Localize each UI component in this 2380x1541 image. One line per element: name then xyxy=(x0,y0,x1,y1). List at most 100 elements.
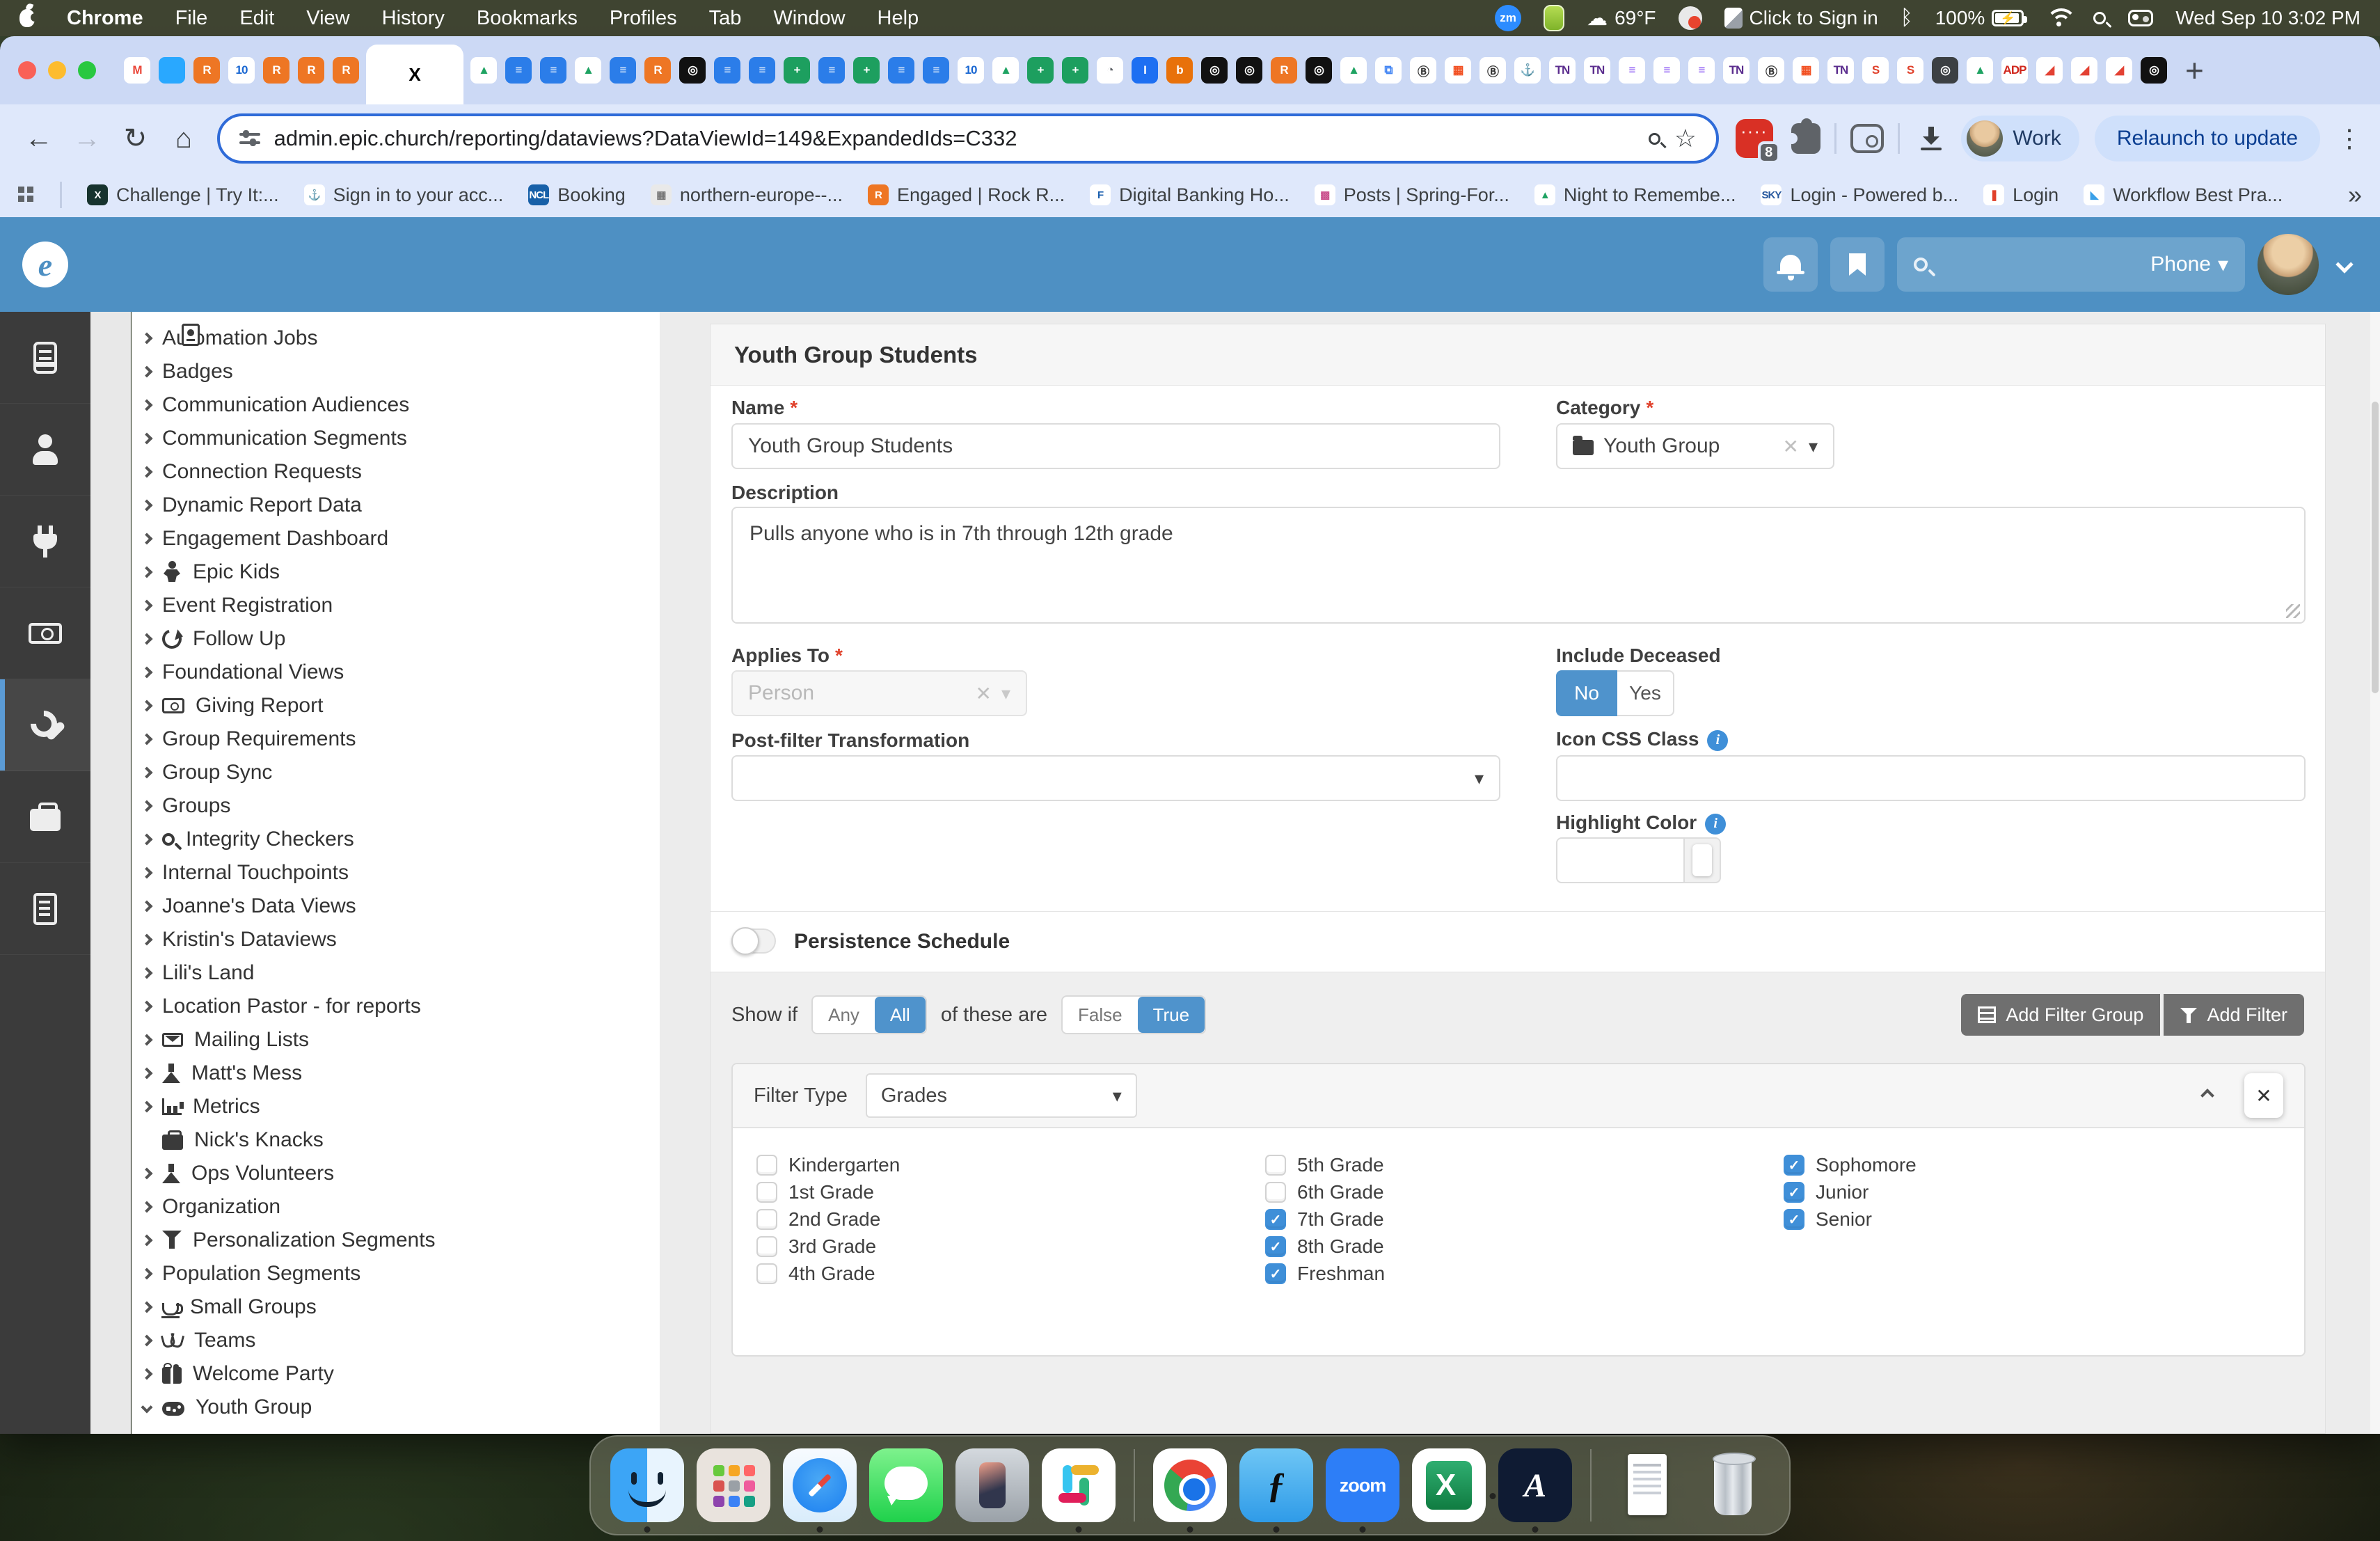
rail-item-reports[interactable] xyxy=(0,863,90,955)
tree-chevron-icon[interactable] xyxy=(141,333,153,345)
tree-item[interactable]: Badges xyxy=(132,355,660,388)
spotlight-icon[interactable] xyxy=(2093,12,2106,24)
grade-checkbox-row[interactable]: ✓Senior xyxy=(1784,1209,1917,1230)
tree-chevron-icon[interactable] xyxy=(141,400,153,411)
filter-type-select[interactable]: Grades▾ xyxy=(866,1073,1137,1118)
home-button[interactable]: ⌂ xyxy=(163,123,204,155)
red-status-icon[interactable] xyxy=(1679,6,1702,30)
grade-checkbox-row[interactable]: ✓4th Grade xyxy=(756,1263,900,1284)
icon-css-input[interactable] xyxy=(1556,755,2306,801)
tree-item[interactable]: Metrics xyxy=(132,1090,660,1123)
category-select[interactable]: Youth Group ✕ ▾ xyxy=(1556,423,1834,469)
pinned-tab[interactable]: ⚓ xyxy=(1510,57,1545,84)
app-logo[interactable]: e xyxy=(22,242,68,287)
tree-item[interactable]: Engagement Dashboard xyxy=(132,522,660,555)
bookmarks-button[interactable] xyxy=(1830,237,1885,292)
dock-app-icon[interactable]: zoom xyxy=(1326,1448,1399,1522)
menu-history[interactable]: History xyxy=(382,7,445,30)
checkbox[interactable]: ✓ xyxy=(756,1182,777,1203)
tree-chevron-icon[interactable] xyxy=(141,1335,153,1347)
persistence-toggle[interactable] xyxy=(731,928,776,954)
forward-button[interactable]: → xyxy=(66,123,107,155)
bookmark-item[interactable]: ▦northern-europe--... xyxy=(651,184,843,206)
grade-checkbox-row[interactable]: ✓6th Grade xyxy=(1265,1182,1385,1203)
battery-status[interactable]: 100%⚡ xyxy=(1935,7,2024,29)
pinned-tab[interactable]: ≡ xyxy=(605,57,640,84)
relaunch-button[interactable]: Relaunch to update xyxy=(2095,116,2320,161)
tree-item[interactable]: Small Groups xyxy=(132,1290,660,1324)
tree-item[interactable]: Group Requirements xyxy=(132,722,660,756)
tree-chevron-icon[interactable] xyxy=(141,967,153,979)
pinned-tab[interactable]: ≡ xyxy=(814,57,849,84)
url-text[interactable]: admin.epic.church/reporting/dataviews?Da… xyxy=(274,126,1635,151)
minimize-window-button[interactable] xyxy=(48,61,66,79)
tree-item[interactable]: Communication Audiences xyxy=(132,388,660,422)
grade-checkbox-row[interactable]: ✓7th Grade xyxy=(1265,1209,1385,1230)
pinned-tab[interactable]: ◎ xyxy=(1928,57,1962,84)
pinned-tab[interactable]: TN xyxy=(1719,57,1754,84)
collapse-filter-icon[interactable] xyxy=(2200,1089,2214,1103)
pinned-tab[interactable]: ⧉ xyxy=(1371,57,1406,84)
extension-icon[interactable]: 8 xyxy=(1736,119,1773,158)
pinned-tab[interactable]: R xyxy=(640,57,675,84)
grade-checkbox-row[interactable]: ✓3rd Grade xyxy=(756,1236,900,1257)
grade-checkbox-row[interactable]: ✓Freshman xyxy=(1265,1263,1385,1284)
checkbox[interactable]: ✓ xyxy=(1265,1263,1286,1284)
pinned-tab[interactable]: ≡ xyxy=(1684,57,1719,84)
tree-chevron-icon[interactable] xyxy=(141,667,153,679)
bluetooth-icon[interactable]: ᛒ xyxy=(1901,6,1913,30)
bookmark-item[interactable]: ◣Workflow Best Pra... xyxy=(2084,184,2283,206)
checkbox[interactable]: ✓ xyxy=(756,1209,777,1230)
menu-edit[interactable]: Edit xyxy=(239,7,274,30)
all-option-selected[interactable]: All xyxy=(875,997,926,1033)
back-button[interactable]: ← xyxy=(18,123,59,155)
menu-profiles[interactable]: Profiles xyxy=(610,7,677,30)
checkbox[interactable]: ✓ xyxy=(1265,1182,1286,1203)
tab-search-icon[interactable] xyxy=(1850,124,1884,153)
tree-chevron-icon[interactable] xyxy=(141,633,153,645)
pinned-tab[interactable]: ≡ xyxy=(501,57,536,84)
bookmark-item[interactable]: ⚓Sign in to your acc... xyxy=(304,184,504,206)
pinned-tab[interactable]: ◢ xyxy=(2032,57,2067,84)
pinned-tab[interactable]: R xyxy=(189,57,224,84)
user-avatar[interactable] xyxy=(2258,234,2319,295)
sign-in-status[interactable]: Click to Sign in xyxy=(1724,7,1878,29)
dock-app-icon[interactable]: A xyxy=(1498,1448,1572,1522)
pinned-tab[interactable]: ≡ xyxy=(884,57,919,84)
menu-help[interactable]: Help xyxy=(878,7,919,30)
profile-chip[interactable]: Work xyxy=(1961,116,2079,161)
checkbox[interactable]: ✓ xyxy=(1265,1155,1286,1176)
tree-item[interactable]: Ops Volunteers xyxy=(132,1157,660,1190)
rail-item-finance[interactable] xyxy=(0,587,90,679)
pinned-tab[interactable]: Ⓑ xyxy=(1475,57,1510,84)
tree-item[interactable]: Connection Requests xyxy=(132,455,660,489)
active-tab[interactable]: X xyxy=(366,45,463,104)
tree-item[interactable]: Location Pastor - for reports xyxy=(132,990,660,1023)
true-option-selected[interactable]: True xyxy=(1138,997,1205,1033)
close-window-button[interactable] xyxy=(18,61,36,79)
dock-app-icon[interactable] xyxy=(1153,1448,1227,1522)
pinned-tab[interactable]: S xyxy=(1893,57,1928,84)
pinned-tab[interactable]: + xyxy=(1058,57,1093,84)
tree-item[interactable]: Organization xyxy=(132,1190,660,1224)
pinned-tab[interactable]: ▲ xyxy=(571,57,605,84)
pinned-tab[interactable]: R xyxy=(259,57,294,84)
tree-chevron-icon[interactable] xyxy=(141,767,153,779)
pinned-tab[interactable]: ≡ xyxy=(1615,57,1649,84)
tree-item[interactable]: Groups xyxy=(132,789,660,823)
reload-button[interactable]: ↻ xyxy=(115,123,156,155)
clear-category-icon[interactable]: ✕ xyxy=(1782,435,1798,458)
grade-checkbox-row[interactable]: ✓Sophomore xyxy=(1784,1155,1917,1176)
bookmark-item[interactable]: NCLBooking xyxy=(528,184,626,206)
chrome-menu-icon[interactable]: ⋮ xyxy=(2337,124,2362,153)
pinned-tab[interactable]: Ⓑ xyxy=(1754,57,1788,84)
dock-app-icon[interactable] xyxy=(1042,1448,1116,1522)
pinned-tab[interactable]: ◢ xyxy=(2067,57,2102,84)
pinned-tab[interactable]: R xyxy=(294,57,328,84)
chevron-down-icon[interactable] xyxy=(2335,255,2353,273)
zoom-menubar-icon[interactable]: zm xyxy=(1495,5,1521,31)
tree-item[interactable]: Communication Segments xyxy=(132,422,660,455)
tree-chevron-icon[interactable] xyxy=(141,533,153,545)
bookmark-item[interactable]: ❚Login xyxy=(1983,184,2058,206)
highlight-color-picker-button[interactable] xyxy=(1685,837,1721,883)
